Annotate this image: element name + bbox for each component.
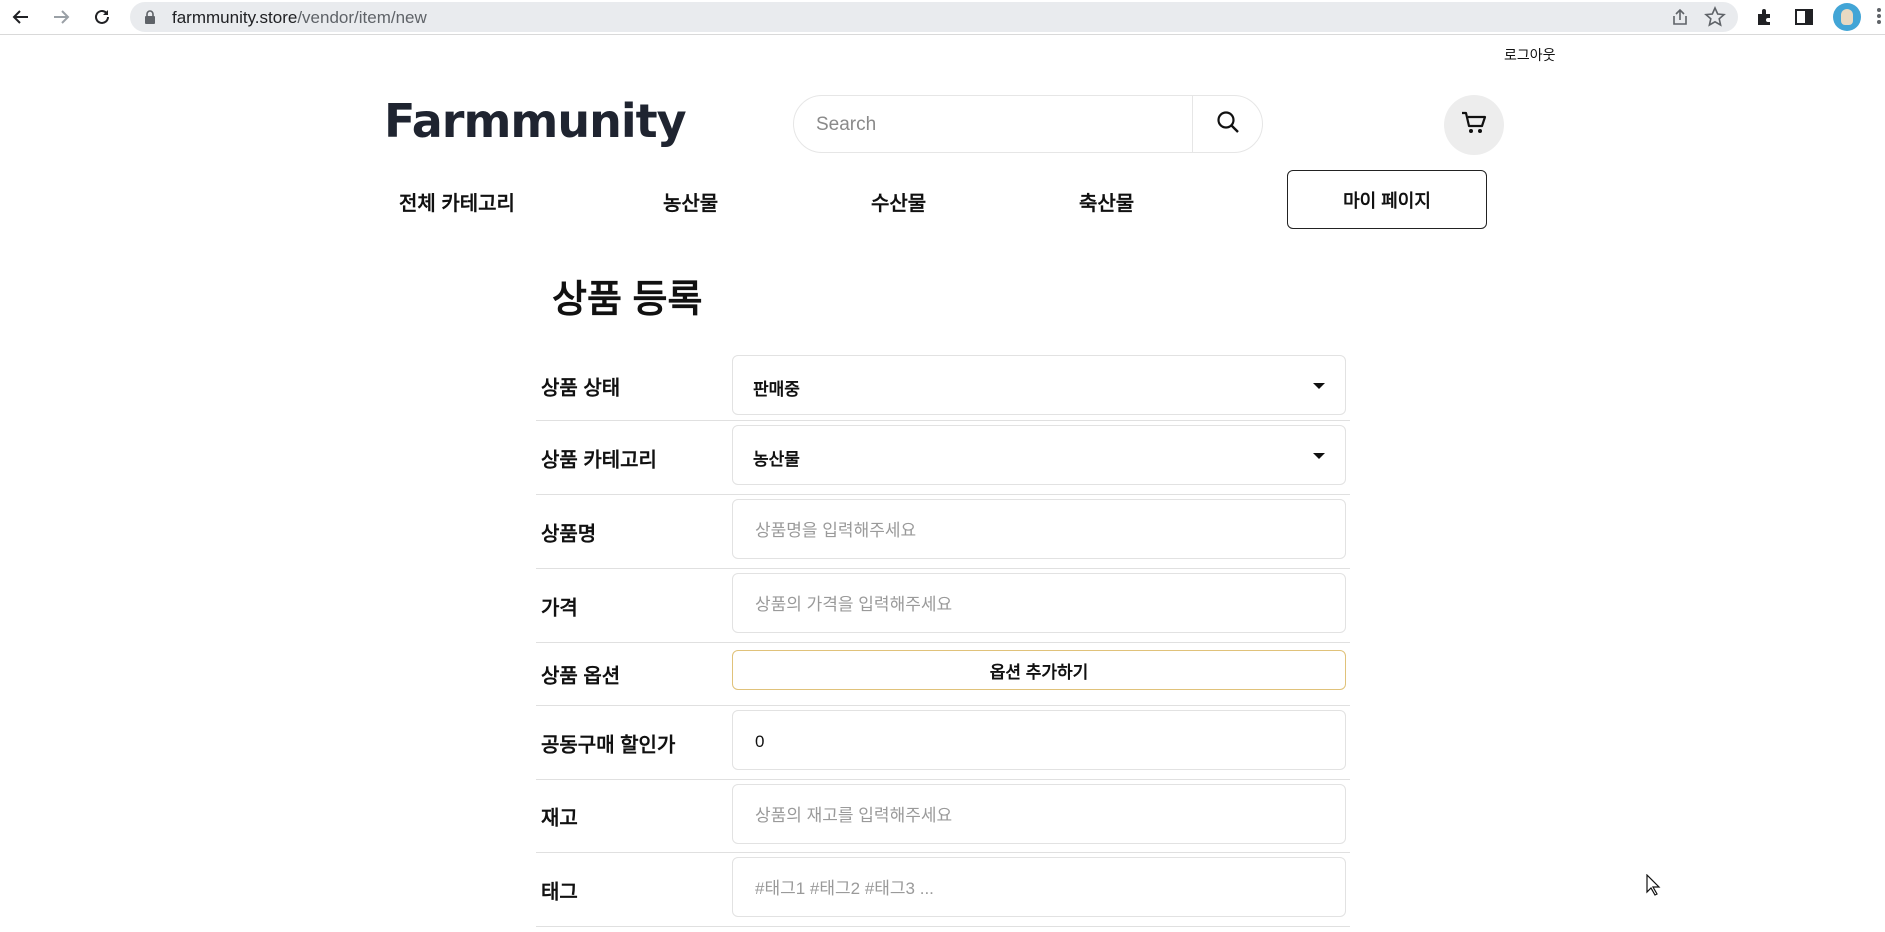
name-input[interactable] [753,516,1317,546]
nav-livestock[interactable]: 축산물 [1079,187,1134,216]
form-row-name: 상품명 [536,495,1350,569]
price-field [732,573,1346,633]
search-divider [1192,96,1193,152]
lock-icon[interactable] [144,9,156,30]
logout-link[interactable]: 로그아웃 [1504,45,1556,65]
tags-field [732,857,1346,917]
browser-toolbar: farmmunity.store/vendor/item/new [0,0,1885,35]
group-discount-label: 공동구매 할인가 [541,734,676,756]
price-label: 가격 [541,597,578,619]
stock-label: 재고 [541,807,578,830]
cart-icon [1459,108,1489,143]
forward-icon[interactable] [48,4,74,30]
name-label: 상품명 [541,523,597,545]
form-row-group-discount: 공동구매 할인가 [536,706,1350,780]
stock-input[interactable] [753,801,1317,831]
group-discount-input[interactable] [753,727,1317,757]
options-label: 상품 옵션 [541,665,621,688]
form-row-options: 상품 옵션 옵션 추가하기 [536,643,1350,706]
url-text: farmmunity.store/vendor/item/new [172,8,427,27]
category-label: 상품 카테고리 [541,449,657,471]
reload-icon[interactable] [89,4,115,30]
stock-field [732,784,1346,844]
price-input[interactable] [753,590,1317,620]
profile-avatar[interactable] [1833,3,1861,31]
mypage-button[interactable]: 마이 페이지 [1287,170,1487,229]
chevron-down-icon [1313,453,1325,459]
nav-all-categories[interactable]: 전체 카테고리 [399,187,515,216]
star-icon[interactable] [1704,6,1726,33]
sidepanel-icon[interactable] [1791,4,1817,30]
search-button[interactable] [1194,96,1262,152]
form-row-status: 상품 상태 판매중 [536,351,1350,421]
form-row-price: 가격 [536,569,1350,643]
cart-button[interactable] [1444,95,1504,155]
nav-fishery[interactable]: 수산물 [871,187,926,216]
back-icon[interactable] [8,4,34,30]
product-form: 상품 상태 판매중 상품 카테고리 농산물 상품명 가격 상품 옵션 옵션 추가… [536,351,1350,927]
extensions-icon[interactable] [1752,4,1778,30]
form-row-category: 상품 카테고리 농산물 [536,421,1350,495]
menu-icon[interactable] [1874,6,1885,28]
category-select[interactable]: 농산물 [732,425,1346,485]
status-label: 상품 상태 [541,377,621,399]
cursor-icon [1646,873,1662,901]
tags-input[interactable] [753,874,1317,904]
page-title: 상품 등록 [552,279,703,321]
tags-label: 태그 [541,881,578,903]
group-discount-field [732,710,1346,770]
search-box [793,95,1263,153]
status-select[interactable]: 판매중 [732,355,1346,415]
category-value: 농산물 [753,450,800,469]
nav-agricultural[interactable]: 농산물 [663,187,718,216]
name-field [732,499,1346,559]
add-option-button[interactable]: 옵션 추가하기 [732,650,1346,690]
form-row-tags: 태그 [536,853,1350,927]
share-icon[interactable] [1670,7,1690,32]
address-bar[interactable]: farmmunity.store/vendor/item/new [130,2,1738,32]
search-icon [1215,109,1241,140]
search-input[interactable] [814,108,1178,142]
site-logo[interactable]: Farmmunity [384,98,687,144]
form-row-stock: 재고 [536,780,1350,853]
chevron-down-icon [1313,383,1325,389]
status-value: 판매중 [753,380,800,399]
